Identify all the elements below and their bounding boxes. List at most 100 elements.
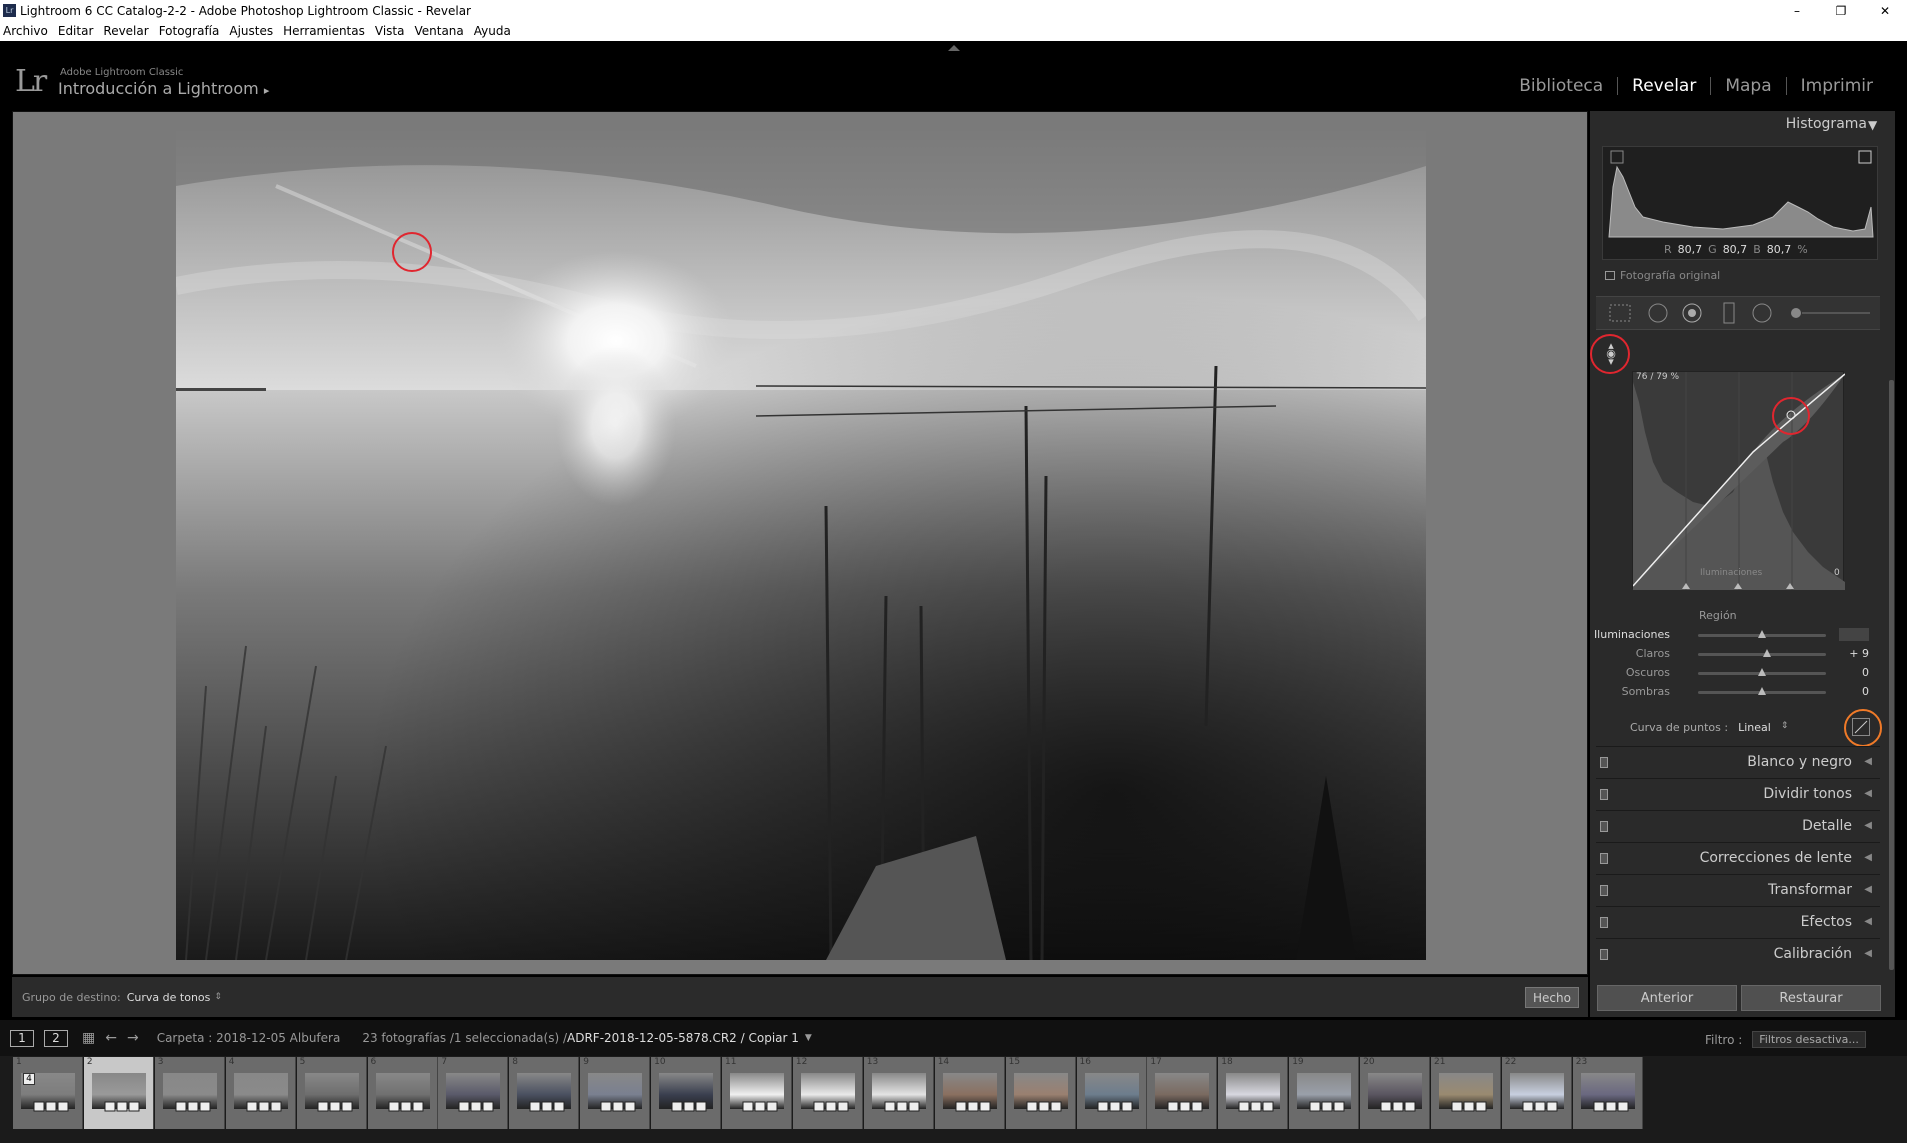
filmstrip-thumbnail[interactable]: 18 [1218,1057,1289,1129]
minimize-icon[interactable]: – [1775,0,1819,21]
filmstrip-thumbnail[interactable]: 10 [651,1057,722,1129]
module-revelar[interactable]: Revelar [1618,76,1710,96]
section-detalle[interactable]: Detalle ◀ [1596,810,1880,841]
view-secondary-button[interactable]: 2 [44,1029,68,1047]
menu-vista[interactable]: Vista [375,24,405,38]
menu-ayuda[interactable]: Ayuda [474,24,511,38]
filmstrip-thumbnail[interactable]: 9 [580,1057,651,1129]
section-collapse-icon[interactable]: ◀ [1864,948,1872,959]
menu-archivo[interactable]: Archivo [3,24,48,38]
section-blanco-y-negro[interactable]: Blanco y negro ◀ [1596,746,1880,777]
slider-value[interactable]: 0 [1839,666,1869,679]
section-collapse-icon[interactable]: ◀ [1864,788,1872,799]
stack-count-badge[interactable]: 4 [23,1073,35,1085]
top-panel-toggle-icon[interactable] [948,45,960,51]
view-primary-button[interactable]: 1 [10,1029,34,1047]
filter-select[interactable]: Filtros desactiva... [1752,1031,1866,1048]
back-arrow-icon[interactable]: ← [105,1030,117,1046]
slider-row-iluminaciones[interactable]: Iluminaciones 0 [1594,626,1880,644]
section-toggle-icon[interactable] [1600,853,1608,864]
split-handle-icon[interactable] [1682,583,1690,589]
menu-ventana[interactable]: Ventana [414,24,463,38]
section-toggle-icon[interactable] [1600,821,1608,832]
split-handle-icon[interactable] [1786,583,1794,589]
section-transformar[interactable]: Transformar ◀ [1596,874,1880,905]
forward-arrow-icon[interactable]: → [127,1030,139,1046]
menu-editar[interactable]: Editar [58,24,94,38]
section-calibración[interactable]: Calibración ◀ [1596,938,1880,969]
slider-value[interactable]: + 9 [1839,647,1869,660]
filmstrip-thumbnail[interactable]: 22 [1501,1057,1572,1129]
section-toggle-icon[interactable] [1600,789,1608,800]
slider-track[interactable] [1698,653,1826,656]
filmstrip-thumbnail[interactable]: 20 [1360,1057,1431,1129]
point-curve-select[interactable]: Lineal [1738,721,1771,734]
slider-row-sombras[interactable]: Sombras 0 [1596,683,1880,701]
section-toggle-icon[interactable] [1600,949,1608,960]
section-collapse-icon[interactable]: ◀ [1864,820,1872,831]
filmstrip-thumbnail[interactable]: 6 [367,1057,438,1129]
filmstrip-thumbnail[interactable]: 17 [1147,1057,1218,1129]
section-toggle-icon[interactable] [1600,917,1608,928]
filmstrip-thumbnail[interactable]: 23 [1572,1057,1643,1129]
menu-ajustes[interactable]: Ajustes [229,24,273,38]
slider-value[interactable]: 0 [1839,628,1869,641]
slider-row-claros[interactable]: Claros + 9 [1596,645,1880,663]
folder-label[interactable]: Carpeta : 2018-12-05 Albufera [157,1031,341,1045]
filmstrip-thumbnail[interactable]: 5 [296,1057,367,1129]
tone-curve-graph[interactable] [1632,371,1846,590]
module-imprimir[interactable]: Imprimir [1787,76,1887,96]
menu-herramientas[interactable]: Herramientas [283,24,365,38]
filmstrip-thumbnail[interactable]: 14 [13,1057,83,1129]
main-photo[interactable] [176,126,1426,960]
filmstrip-thumbnail[interactable]: 14 [934,1057,1005,1129]
split-handle-icon[interactable] [1734,583,1742,589]
filmstrip-thumbnail[interactable]: 13 [863,1057,934,1129]
restaurar-button[interactable]: Restaurar [1741,985,1881,1011]
filmstrip-thumbnail[interactable]: 11 [722,1057,792,1129]
filmstrip-thumbnail[interactable]: 3 [154,1057,225,1129]
curve-split-handles[interactable] [1632,583,1844,589]
done-button[interactable]: Hecho [1525,987,1579,1008]
slider-thumb[interactable] [1758,630,1766,638]
filmstrip-thumbnail[interactable]: 12 [792,1057,863,1129]
slider-value[interactable]: 0 [1839,685,1869,698]
slider-thumb[interactable] [1763,649,1772,657]
section-toggle-icon[interactable] [1600,885,1608,896]
module-mapa[interactable]: Mapa [1711,76,1785,96]
histogram-title[interactable]: Histograma [1786,116,1867,132]
slider-row-oscuros[interactable]: Oscuros 0 [1596,664,1880,682]
close-icon[interactable]: ✕ [1863,0,1907,21]
original-photo-toggle[interactable]: Fotografía original [1605,269,1720,282]
menu-fotografia[interactable]: Fotografía [159,24,220,38]
section-collapse-icon[interactable]: ◀ [1864,852,1872,863]
section-collapse-icon[interactable]: ◀ [1864,756,1872,767]
filmstrip-thumbnail[interactable]: 2 [83,1057,154,1129]
selected-filename[interactable]: ADRF-2018-12-05-5878.CR2 / Copiar 1 [567,1031,799,1045]
filmstrip-thumbnail[interactable]: 15 [1005,1057,1076,1129]
menu-revelar[interactable]: Revelar [103,24,148,38]
histogram-collapse-icon[interactable]: ▼ [1868,118,1877,132]
section-efectos[interactable]: Efectos ◀ [1596,906,1880,937]
filmstrip-thumbnail[interactable]: 21 [1431,1057,1501,1129]
slider-thumb[interactable] [1758,687,1766,695]
maximize-icon[interactable]: ❐ [1819,0,1863,21]
filmstrip-thumbnail[interactable]: 7 [438,1057,509,1129]
section-collapse-icon[interactable]: ◀ [1864,916,1872,927]
filmstrip-thumbnail[interactable]: 8 [509,1057,580,1129]
section-dividir-tonos[interactable]: Dividir tonos ◀ [1596,778,1880,809]
filename-dropdown-icon[interactable]: ▼ [805,1033,812,1043]
checkbox-icon[interactable] [1605,271,1615,280]
section-correcciones-de-lente[interactable]: Correcciones de lente ◀ [1596,842,1880,873]
slider-thumb[interactable] [1758,668,1766,676]
section-toggle-icon[interactable] [1600,757,1608,768]
module-biblioteca[interactable]: Biblioteca [1505,76,1617,96]
filmstrip-thumbnail[interactable]: 16 [1076,1057,1147,1129]
anterior-button[interactable]: Anterior [1597,985,1737,1011]
target-group-select[interactable]: Curva de tonos [127,991,211,1004]
section-collapse-icon[interactable]: ◀ [1864,884,1872,895]
catalog-name[interactable]: Introducción a Lightroom ▸ [58,79,269,98]
filmstrip-thumbnail[interactable]: 19 [1289,1057,1360,1129]
filmstrip-thumbnail[interactable]: 4 [225,1057,296,1129]
right-panel-scrollbar[interactable] [1889,380,1894,970]
